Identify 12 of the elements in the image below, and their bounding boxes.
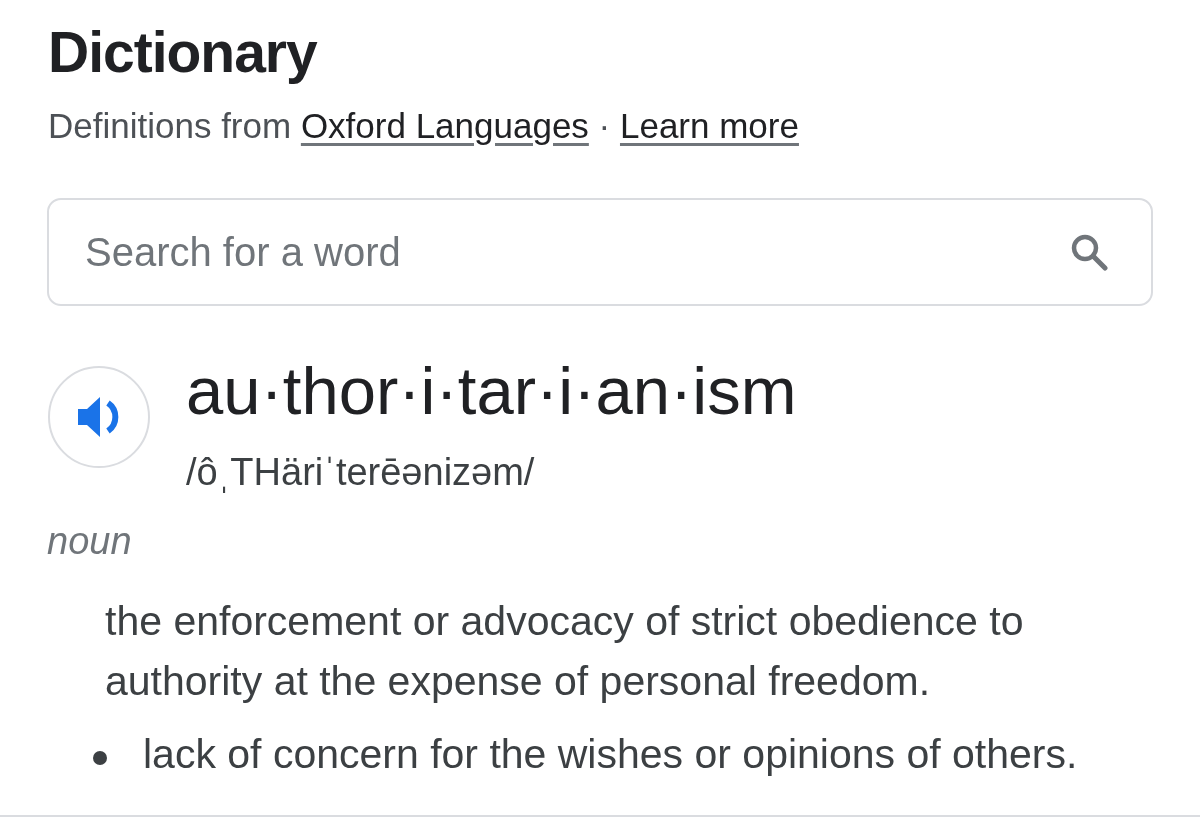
search-icon[interactable]	[1070, 233, 1108, 271]
pronunciation: /ôˌTHäriˈterēənizəm/	[186, 450, 535, 494]
source-attribution: Definitions from Oxford Languages · Learn more	[48, 105, 799, 147]
search-field[interactable]: Search for a word	[47, 198, 1153, 306]
learn-more-link[interactable]: Learn more	[619, 106, 799, 145]
oxford-languages-link[interactable]: Oxford Languages	[300, 106, 589, 145]
bullet-icon	[93, 751, 107, 765]
subsense-text: lack of concern for the wishes or opinions of others.	[143, 730, 1078, 779]
headword: au·thor·i·tar·i·an·ism	[186, 353, 797, 429]
dictionary-title: Dictionary	[48, 19, 317, 86]
definition-text: the enforcement or advocacy of strict obedience to authority at the expense of personal freedom.	[105, 597, 1025, 706]
part-of-speech: noun	[47, 519, 132, 563]
